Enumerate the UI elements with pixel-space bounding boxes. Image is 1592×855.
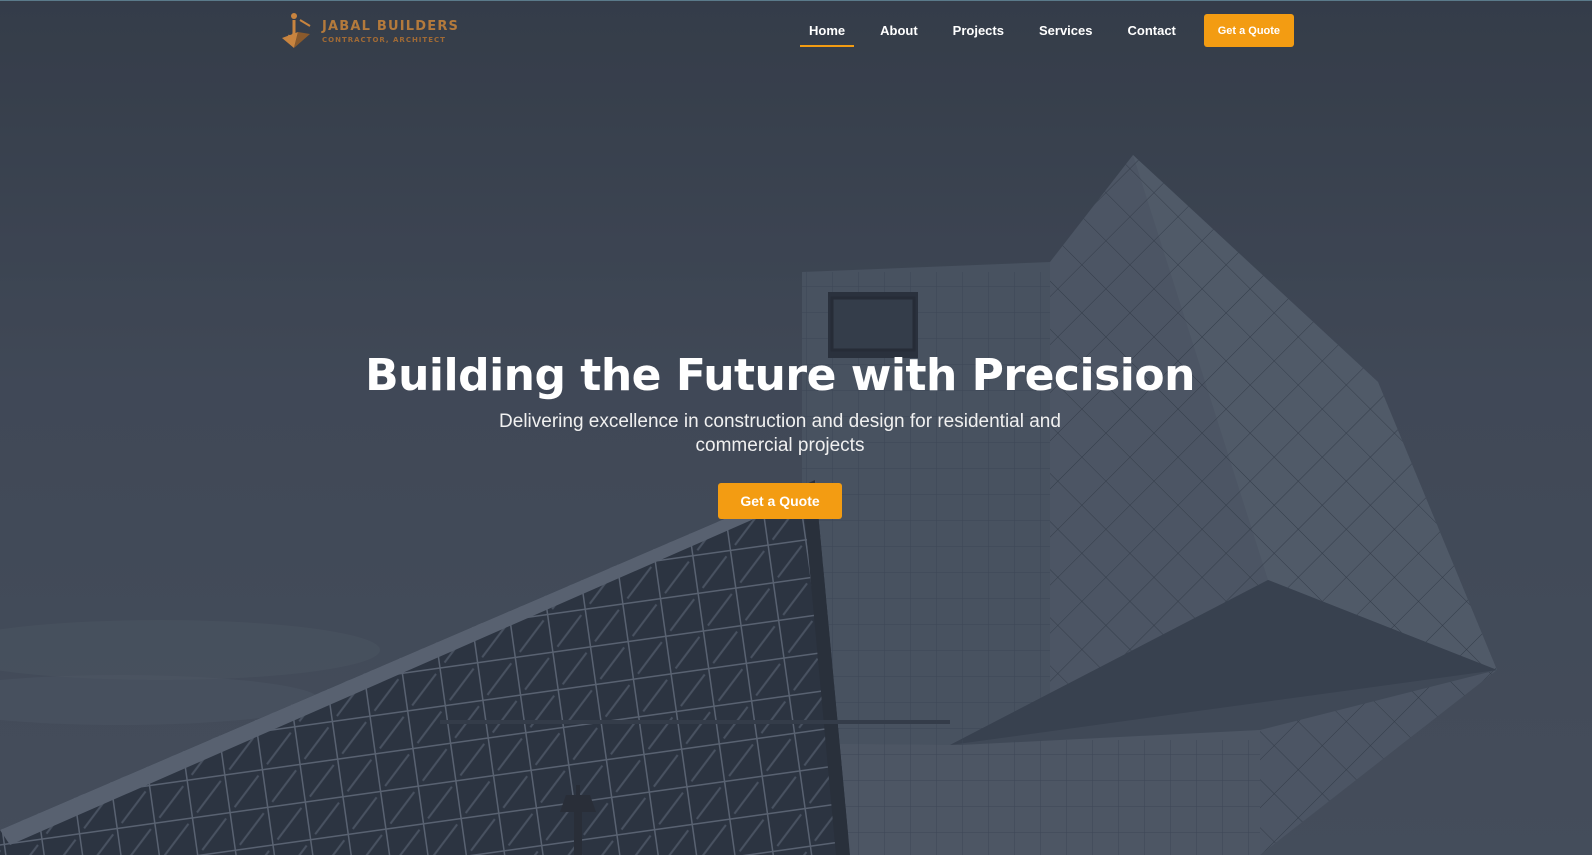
- pyramid-person-icon: [282, 13, 311, 48]
- nav-about[interactable]: About: [871, 15, 927, 46]
- brand-logo[interactable]: JABAL BUILDERS CONTRACTOR, ARCHITECT: [280, 12, 459, 50]
- main-nav: Home About Projects Services Contact Get…: [800, 14, 1294, 47]
- hero-get-quote-button[interactable]: Get a Quote: [718, 483, 842, 519]
- nav-services[interactable]: Services: [1030, 15, 1102, 46]
- brand-name: JABAL BUILDERS: [322, 18, 460, 34]
- nav-contact[interactable]: Contact: [1118, 15, 1184, 46]
- hero-content: Building the Future with Precision Deliv…: [0, 352, 1560, 519]
- navbar: JABAL BUILDERS CONTRACTOR, ARCHITECT Hom…: [0, 0, 1592, 62]
- nav-home[interactable]: Home: [800, 15, 855, 47]
- hero-subtitle: Delivering excellence in construction an…: [499, 411, 1061, 456]
- brand-tagline: CONTRACTOR, ARCHITECT: [322, 35, 446, 44]
- nav-get-quote-button[interactable]: Get a Quote: [1203, 14, 1294, 47]
- nav-projects[interactable]: Projects: [944, 15, 1013, 46]
- hero-title: Building the Future with Precision: [365, 350, 1195, 401]
